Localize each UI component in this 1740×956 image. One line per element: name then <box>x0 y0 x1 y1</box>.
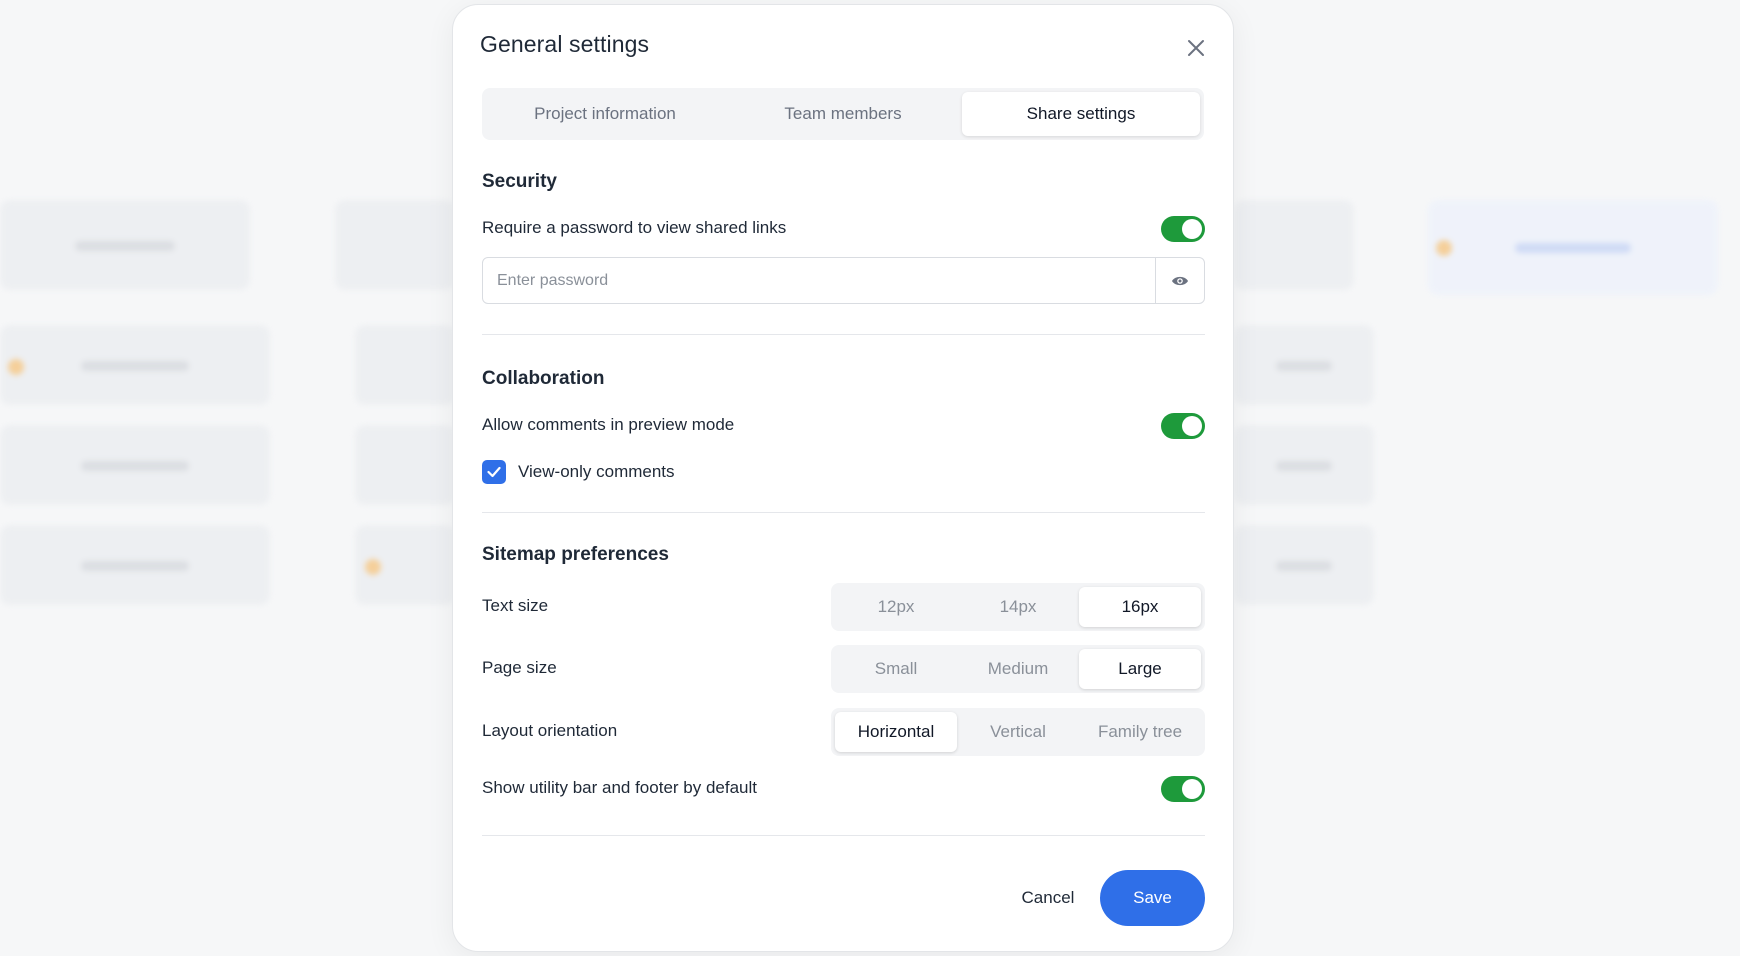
text-size-option-12px[interactable]: 12px <box>835 587 957 627</box>
dialog-title: General settings <box>480 31 650 57</box>
text-size-label: Text size <box>482 596 549 615</box>
close-icon <box>1188 40 1204 56</box>
save-button[interactable]: Save <box>1100 870 1205 926</box>
utility-bar-toggle[interactable] <box>1161 776 1205 802</box>
text-size-option-14px[interactable]: 14px <box>957 587 1079 627</box>
layout-option-family-tree[interactable]: Family tree <box>1079 712 1201 752</box>
background-card <box>1234 325 1374 405</box>
tab-project-information[interactable]: Project information <box>486 92 724 136</box>
password-field <box>482 257 1205 304</box>
utility-bar-label: Show utility bar and footer by default <box>482 778 757 797</box>
page-size-option-small[interactable]: Small <box>835 649 957 689</box>
layout-orientation-selector: Horizontal Vertical Family tree <box>831 708 1205 756</box>
security-heading: Security <box>482 171 557 192</box>
background-card <box>1234 200 1354 290</box>
close-button[interactable] <box>1183 35 1209 61</box>
background-card <box>0 525 270 605</box>
eye-icon <box>1172 276 1188 285</box>
sitemap-preferences-heading: Sitemap preferences <box>482 544 669 565</box>
collaboration-heading: Collaboration <box>482 368 605 389</box>
cancel-button[interactable]: Cancel <box>1003 870 1093 926</box>
background-card <box>0 425 270 505</box>
settings-tabs: Project information Team members Share s… <box>482 88 1204 140</box>
view-only-comments-label: View-only comments <box>518 462 675 481</box>
text-size-selector: 12px 14px 16px <box>831 583 1205 631</box>
view-only-comments-checkbox[interactable] <box>482 460 506 484</box>
background-card <box>1428 200 1718 295</box>
checkmark-icon <box>487 466 501 478</box>
password-input[interactable] <box>483 258 1155 303</box>
general-settings-dialog: General settings Project information Tea… <box>452 4 1234 952</box>
section-divider <box>482 512 1205 513</box>
tab-share-settings[interactable]: Share settings <box>962 92 1200 136</box>
background-card <box>0 200 250 290</box>
background-card <box>1234 425 1374 505</box>
page-size-option-large[interactable]: Large <box>1079 649 1201 689</box>
allow-comments-toggle[interactable] <box>1161 413 1205 439</box>
layout-option-vertical[interactable]: Vertical <box>957 712 1079 752</box>
layout-orientation-label: Layout orientation <box>482 721 618 740</box>
section-divider <box>482 334 1205 335</box>
footer-divider <box>482 835 1205 836</box>
background-card <box>335 200 455 290</box>
background-card <box>355 525 455 605</box>
background-card <box>0 325 270 405</box>
text-size-option-16px[interactable]: 16px <box>1079 587 1201 627</box>
allow-comments-label: Allow comments in preview mode <box>482 415 735 434</box>
tab-team-members[interactable]: Team members <box>724 92 962 136</box>
background-card <box>1234 525 1374 605</box>
page-size-selector: Small Medium Large <box>831 645 1205 693</box>
reveal-password-button[interactable] <box>1155 258 1204 303</box>
background-card <box>355 325 455 405</box>
background-card <box>355 425 455 505</box>
page-size-label: Page size <box>482 658 557 677</box>
page-size-option-medium[interactable]: Medium <box>957 649 1079 689</box>
layout-option-horizontal[interactable]: Horizontal <box>835 712 957 752</box>
require-password-toggle[interactable] <box>1161 216 1205 242</box>
require-password-label: Require a password to view shared links <box>482 218 787 237</box>
